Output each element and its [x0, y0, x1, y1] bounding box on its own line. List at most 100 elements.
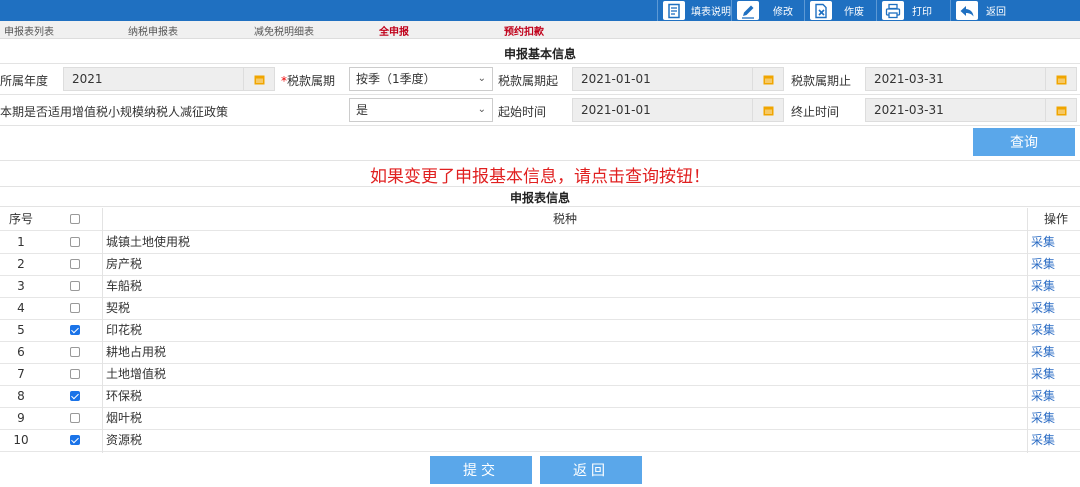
year-label: 所属年度 [0, 74, 49, 88]
collect-link[interactable]: 采集 [1031, 231, 1055, 253]
calendar-icon[interactable] [752, 68, 783, 90]
calendar-icon[interactable] [1045, 68, 1076, 90]
collect-link[interactable]: 采集 [1031, 385, 1055, 407]
tab-exemption-detail[interactable]: 减免税明细表 [254, 23, 314, 38]
period-value: 按季（1季度） [356, 72, 436, 86]
table-row: 9 烟叶税 采集 [0, 407, 1080, 430]
row-checkbox[interactable] [64, 407, 86, 429]
table-header-row: 序号 税种 操作 [0, 208, 1080, 231]
collect-link[interactable]: 采集 [1031, 407, 1055, 429]
row-checkbox[interactable] [64, 275, 86, 297]
table-row: 8 环保税 采集 [0, 385, 1080, 408]
row-checkbox[interactable] [64, 231, 86, 253]
fill-guide-button[interactable]: 填表说明 [663, 0, 731, 21]
row-tax-name: 土地增值税 [106, 367, 167, 381]
back-toolbar-label: 返回 [986, 7, 1006, 18]
row-tax-name: 车船税 [106, 279, 143, 293]
void-document-icon [810, 1, 832, 20]
calendar-icon[interactable] [1045, 99, 1076, 121]
table-row: 2 房产税 采集 [0, 253, 1080, 276]
collect-link[interactable]: 采集 [1031, 275, 1055, 297]
collect-link[interactable]: 采集 [1031, 319, 1055, 341]
collect-link[interactable]: 采集 [1031, 341, 1055, 363]
year-field[interactable]: 2021 [63, 67, 275, 91]
row-checkbox[interactable] [64, 297, 86, 319]
row-no: 5 [17, 323, 25, 337]
tab-tax-return[interactable]: 纳税申报表 [128, 23, 178, 38]
modify-button[interactable]: 修改 [737, 0, 793, 21]
row-checkbox[interactable] [64, 363, 86, 385]
collect-link[interactable]: 采集 [1031, 253, 1055, 275]
period-select[interactable]: 按季（1季度） ⌄ [349, 67, 493, 91]
toolbar-divider [804, 0, 805, 21]
top-toolbar: 填表说明 修改 作废 打印 返回 [0, 0, 1080, 21]
row-tax-name: 房产税 [106, 257, 143, 271]
void-button[interactable]: 作废 [810, 0, 864, 21]
back-toolbar-button[interactable]: 返回 [956, 0, 1006, 21]
collect-link[interactable]: 采集 [1031, 429, 1055, 451]
header-no: 序号 [8, 212, 33, 226]
row-no: 6 [17, 345, 25, 359]
table-row: 5 印花税 采集 [0, 319, 1080, 342]
row-checkbox[interactable] [64, 385, 86, 407]
row-checkbox[interactable] [64, 253, 86, 275]
select-all-checkbox[interactable] [64, 208, 86, 230]
tab-declaration-list[interactable]: 申报表列表 [4, 23, 54, 38]
table-title: 申报表信息 [509, 191, 570, 205]
back-button[interactable]: 返回 [540, 456, 642, 484]
start-time-field[interactable]: 2021-01-01 [572, 98, 784, 122]
collect-link[interactable]: 采集 [1031, 363, 1055, 385]
period-end-value: 2021-03-31 [874, 72, 944, 86]
modify-label: 修改 [773, 7, 793, 18]
row-tax-name: 资源税 [106, 433, 143, 447]
row-no: 10 [13, 433, 29, 447]
row-checkbox[interactable] [64, 341, 86, 363]
pencil-icon [737, 1, 759, 20]
toolbar-divider [657, 0, 658, 21]
row-tax-name: 环保税 [106, 389, 143, 403]
start-time-label: 起始时间 [498, 105, 547, 119]
submit-button[interactable]: 提交 [430, 456, 532, 484]
query-button[interactable]: 查询 [973, 128, 1075, 156]
period-end-label: 税款属期止 [791, 74, 852, 88]
tab-bar: 申报表列表 纳税申报表 减免税明细表 全申报 预约扣款 [0, 21, 1080, 39]
row-no: 2 [17, 257, 25, 271]
row-no: 7 [17, 367, 25, 381]
start-time-value: 2021-01-01 [581, 103, 651, 117]
calendar-icon[interactable] [243, 68, 274, 90]
toolbar-divider [876, 0, 877, 21]
column-divider [102, 208, 103, 453]
fill-guide-label: 填表说明 [691, 7, 731, 18]
tab-scheduled-deduction[interactable]: 预约扣款 [504, 23, 544, 38]
row-tax-name: 契税 [106, 301, 131, 315]
row-no: 3 [17, 279, 25, 293]
period-start-field[interactable]: 2021-01-01 [572, 67, 784, 91]
end-time-value: 2021-03-31 [874, 103, 944, 117]
void-label: 作废 [844, 7, 864, 18]
basic-info-title: 申报基本信息 [503, 47, 576, 61]
print-label: 打印 [912, 7, 932, 18]
row-no: 8 [17, 389, 25, 403]
chevron-down-icon: ⌄ [477, 104, 486, 115]
row-checkbox[interactable] [64, 319, 86, 341]
row-no: 9 [17, 411, 25, 425]
end-time-field[interactable]: 2021-03-31 [865, 98, 1077, 122]
period-label: *税款属期 [281, 74, 336, 88]
period-start-value: 2021-01-01 [581, 72, 651, 86]
collect-link[interactable]: 采集 [1031, 297, 1055, 319]
tab-full-declaration[interactable]: 全申报 [379, 23, 409, 38]
calendar-icon[interactable] [752, 99, 783, 121]
column-divider [1027, 208, 1028, 453]
toolbar-divider [950, 0, 951, 21]
period-end-field[interactable]: 2021-03-31 [865, 67, 1077, 91]
row-tax-name: 印花税 [106, 323, 143, 337]
divider [0, 206, 1080, 207]
divider [0, 94, 1080, 95]
policy-select[interactable]: 是 ⌄ [349, 98, 493, 122]
row-checkbox[interactable] [64, 429, 86, 451]
policy-label: 本期是否适用增值税小规模纳税人减征政策 [0, 105, 229, 119]
back-arrow-icon [956, 1, 978, 20]
print-button[interactable]: 打印 [882, 0, 932, 21]
document-icon [663, 1, 685, 20]
period-start-label: 税款属期起 [498, 74, 559, 88]
